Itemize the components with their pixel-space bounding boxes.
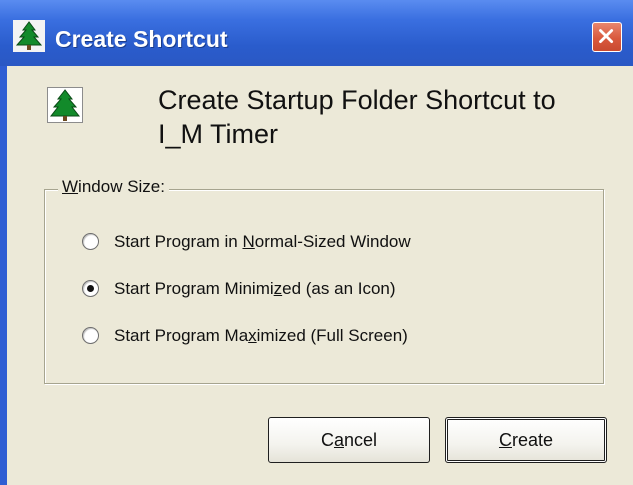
label-mnemonic: x: [248, 326, 257, 345]
window-frame-edge: [0, 66, 7, 485]
close-button[interactable]: [592, 22, 622, 52]
dialog-heading: Create Startup Folder Shortcut to I_M Ti…: [158, 83, 618, 151]
window-size-legend: Window Size:: [58, 177, 169, 197]
tree-icon: [13, 20, 45, 52]
button-text: ncel: [343, 430, 378, 450]
label-text: imized (Full Screen): [256, 326, 408, 345]
radio-label[interactable]: Start Program in Normal-Sized Window: [114, 230, 411, 254]
label-text: Start Program Minimi: [114, 279, 274, 298]
radio-selected-dot: [87, 285, 94, 292]
tree-icon: [47, 87, 83, 123]
cancel-button[interactable]: Cancel: [268, 417, 430, 463]
radio-button[interactable]: [82, 327, 99, 344]
label-text: ormal-Sized Window: [254, 232, 411, 251]
radio-label[interactable]: Start Program Minimized (as an Icon): [114, 277, 396, 301]
title-bar[interactable]: Create Shortcut: [0, 0, 633, 66]
radio-label[interactable]: Start Program Maximized (Full Screen): [114, 324, 408, 348]
create-shortcut-dialog: Create Shortcut Create Startup Folder Sh…: [0, 0, 633, 485]
button-text: C: [320, 430, 334, 450]
heading-line-1: Create Startup Folder Shortcut to: [158, 85, 556, 115]
label-text: Start Program Ma: [114, 326, 249, 345]
button-mnemonic: a: [333, 430, 344, 450]
radio-button[interactable]: [82, 233, 99, 250]
heading-line-2: I_M Timer: [158, 119, 279, 149]
label-text: ed (as an Icon): [282, 279, 396, 298]
radio-button-selected[interactable]: [82, 280, 99, 297]
label-mnemonic: z: [273, 279, 283, 298]
close-icon: [599, 29, 614, 44]
label-mnemonic: N: [242, 232, 255, 251]
create-button[interactable]: Create: [445, 417, 607, 463]
legend-mnemonic: W: [62, 177, 79, 196]
label-text: Start Program in: [114, 232, 243, 251]
button-mnemonic: C: [498, 430, 512, 450]
window-title: Create Shortcut: [55, 26, 228, 52]
legend-text: indow Size:: [78, 177, 165, 196]
button-text: reate: [511, 430, 554, 450]
